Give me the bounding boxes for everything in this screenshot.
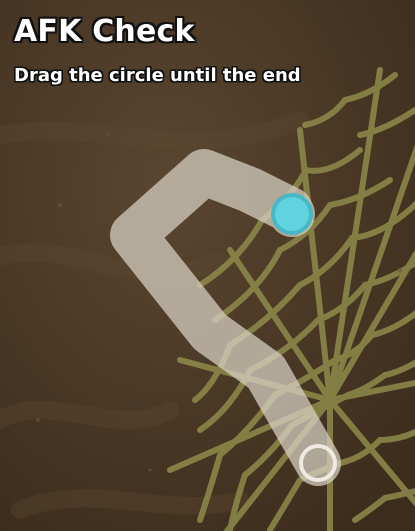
drag-instruction: Drag the circle until the end bbox=[14, 65, 301, 86]
circle-handle-icon[interactable] bbox=[271, 193, 313, 235]
afk-check-title: AFK Check bbox=[14, 14, 195, 49]
afk-check-screen: AFK Check Drag the circle until the end bbox=[0, 0, 415, 531]
